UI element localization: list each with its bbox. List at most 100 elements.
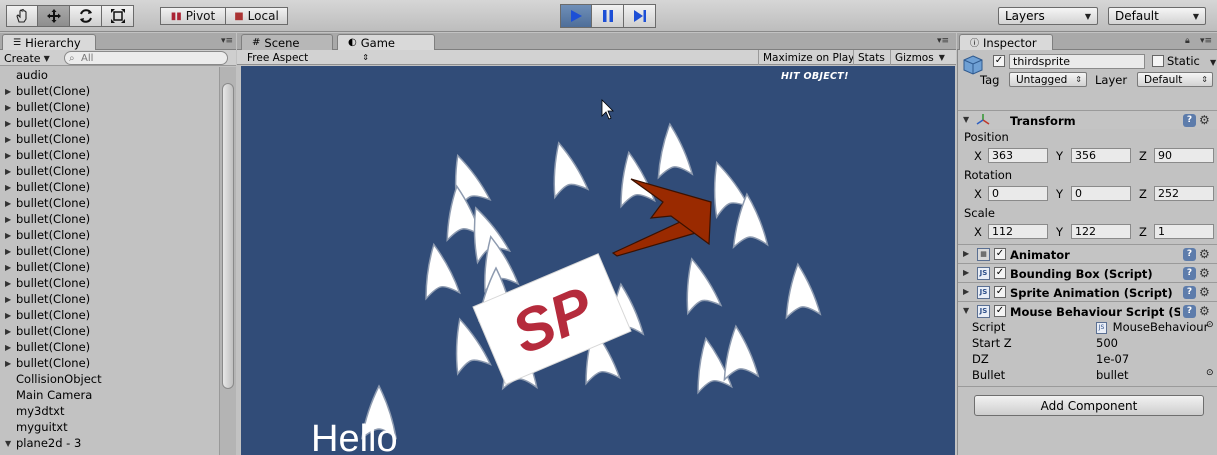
list-item[interactable]: ▶ bullet(Clone): [0, 259, 219, 275]
list-item[interactable]: ▶ bullet(Clone): [0, 355, 219, 371]
foldout-collapsed-icon[interactable]: ▶: [5, 263, 11, 272]
component-header[interactable]: ▶ JS ✓ Sprite Animation (Script)? ⚙: [958, 282, 1217, 301]
foldout-arrow-icon[interactable]: ▶: [963, 287, 969, 296]
script-value-field[interactable]: JS MouseBehaviour: [1096, 320, 1208, 334]
list-item[interactable]: ▶ bullet(Clone): [0, 131, 219, 147]
step-button[interactable]: [624, 4, 656, 28]
foldout-collapsed-icon[interactable]: ▶: [5, 359, 11, 368]
create-dropdown[interactable]: Create ▼: [4, 51, 50, 65]
foldout-collapsed-icon[interactable]: ▶: [5, 135, 11, 144]
layout-dropdown[interactable]: Default ▼: [1108, 7, 1206, 25]
list-item[interactable]: ▶ bullet(Clone): [0, 83, 219, 99]
tag-dropdown[interactable]: Untagged ⇕: [1009, 72, 1087, 87]
list-item[interactable]: ▶ bullet(Clone): [0, 227, 219, 243]
rotation-y-axis-label[interactable]: Y: [1056, 187, 1063, 201]
gear-icon[interactable]: ⚙: [1199, 304, 1210, 318]
panel-menu-icon[interactable]: ▾≡: [221, 36, 233, 46]
list-item[interactable]: ▶ bullet(Clone): [0, 339, 219, 355]
rotation-y-input[interactable]: 0: [1071, 186, 1131, 201]
pause-button[interactable]: [592, 4, 624, 28]
list-item[interactable]: ▶ bullet(Clone): [0, 147, 219, 163]
component-enabled-checkbox[interactable]: ✓: [994, 267, 1006, 279]
rotation-x-axis-label[interactable]: X: [974, 187, 982, 201]
hierarchy-search-input[interactable]: ⌕ All: [64, 51, 228, 65]
foldout-collapsed-icon[interactable]: ▶: [5, 87, 11, 96]
position-x-input[interactable]: 363: [988, 148, 1048, 163]
list-item[interactable]: Main Camera: [0, 387, 219, 403]
stats-toggle[interactable]: Stats: [853, 50, 889, 65]
list-item[interactable]: ▶ bullet(Clone): [0, 163, 219, 179]
foldout-expanded-icon[interactable]: ▼: [5, 439, 11, 448]
position-z-axis-label[interactable]: Z: [1139, 149, 1147, 163]
foldout-collapsed-icon[interactable]: ▶: [5, 183, 11, 192]
component-header[interactable]: ▶ JS ✓ Bounding Box (Script)? ⚙: [958, 263, 1217, 282]
scale-y-input[interactable]: 122: [1071, 224, 1131, 239]
list-item[interactable]: my3dtxt: [0, 403, 219, 419]
list-item[interactable]: ▶ bullet(Clone): [0, 195, 219, 211]
layer-dropdown[interactable]: Default ⇕: [1137, 72, 1213, 87]
gizmos-dropdown[interactable]: Gizmos ▼: [890, 50, 956, 65]
hierarchy-scrollbar[interactable]: [219, 67, 236, 455]
list-item[interactable]: ▶ bullet(Clone): [0, 179, 219, 195]
list-item[interactable]: myguitxt: [0, 419, 219, 435]
list-item[interactable]: ▶ bullet(Clone): [0, 323, 219, 339]
foldout-collapsed-icon[interactable]: ▶: [5, 343, 11, 352]
tab-hierarchy[interactable]: ☰ Hierarchy: [2, 34, 96, 50]
pivot-button[interactable]: ▮▮ Pivot: [160, 7, 226, 25]
foldout-collapsed-icon[interactable]: ▶: [5, 167, 11, 176]
object-name-input[interactable]: thirdsprite: [1009, 54, 1145, 69]
list-item[interactable]: ▶ bullet(Clone): [0, 291, 219, 307]
foldout-collapsed-icon[interactable]: ▶: [5, 295, 11, 304]
rotation-z-axis-label[interactable]: Z: [1139, 187, 1147, 201]
foldout-collapsed-icon[interactable]: ▶: [5, 327, 11, 336]
gear-icon[interactable]: ⚙: [1199, 247, 1210, 261]
bullet-value[interactable]: bullet: [1096, 368, 1129, 382]
scale-z-axis-label[interactable]: Z: [1139, 225, 1147, 239]
add-component-button[interactable]: Add Component: [974, 395, 1204, 416]
list-item[interactable]: ▼ plane2d - 3: [0, 435, 219, 451]
rotate-tool-button[interactable]: [70, 5, 102, 27]
list-item[interactable]: audio: [0, 67, 219, 83]
foldout-arrow-icon[interactable]: ▶: [963, 268, 969, 277]
list-item[interactable]: ▶ bullet(Clone): [0, 275, 219, 291]
foldout-collapsed-icon[interactable]: ▶: [5, 119, 11, 128]
foldout-collapsed-icon[interactable]: ▶: [5, 231, 11, 240]
gear-icon[interactable]: ⚙: [1199, 285, 1210, 299]
panel-menu-icon[interactable]: ▾≡: [937, 36, 949, 46]
foldout-arrow-icon[interactable]: ▼: [963, 115, 969, 124]
position-z-input[interactable]: 90: [1154, 148, 1214, 163]
component-enabled-checkbox[interactable]: ✓: [994, 286, 1006, 298]
foldout-collapsed-icon[interactable]: ▶: [5, 151, 11, 160]
help-book-icon[interactable]: ?: [1183, 286, 1196, 299]
move-tool-button[interactable]: [38, 5, 70, 27]
component-header[interactable]: ▶ ▦ ✓ Animator? ⚙: [958, 244, 1217, 263]
object-picker-icon[interactable]: ⊙: [1206, 368, 1214, 378]
scale-x-axis-label[interactable]: X: [974, 225, 982, 239]
foldout-collapsed-icon[interactable]: ▶: [5, 103, 11, 112]
component-enabled-checkbox[interactable]: ✓: [994, 305, 1006, 317]
tab-game[interactable]: ◐ Game: [337, 34, 435, 50]
rotation-x-input[interactable]: 0: [988, 186, 1048, 201]
local-button[interactable]: ■ Local: [226, 7, 288, 25]
scale-x-input[interactable]: 112: [988, 224, 1048, 239]
list-item[interactable]: ▶ bullet(Clone): [0, 211, 219, 227]
foldout-collapsed-icon[interactable]: ▶: [5, 215, 11, 224]
static-checkbox[interactable]: [1152, 55, 1164, 67]
help-book-icon[interactable]: ?: [1183, 267, 1196, 280]
foldout-collapsed-icon[interactable]: ▶: [5, 199, 11, 208]
transform-header[interactable]: ▼ Transform ? ⚙: [958, 110, 1217, 129]
help-book-icon[interactable]: ?: [1183, 114, 1196, 127]
aspect-dropdown[interactable]: Free Aspect ⇕: [243, 50, 373, 65]
object-picker-icon[interactable]: ⊙: [1206, 320, 1214, 330]
component-enabled-checkbox[interactable]: ✓: [994, 248, 1006, 260]
panel-menu-icon[interactable]: ▾≡: [1200, 36, 1212, 46]
list-item[interactable]: ▶ bullet(Clone): [0, 99, 219, 115]
scale-tool-button[interactable]: [102, 5, 134, 27]
foldout-arrow-icon[interactable]: ▶: [963, 249, 969, 258]
maximize-on-play-toggle[interactable]: Maximize on Play: [758, 50, 858, 65]
position-y-input[interactable]: 356: [1071, 148, 1131, 163]
rotation-z-input[interactable]: 252: [1154, 186, 1214, 201]
help-book-icon[interactable]: ?: [1183, 248, 1196, 261]
list-item[interactable]: ▶ bullet(Clone): [0, 243, 219, 259]
scale-z-input[interactable]: 1: [1154, 224, 1214, 239]
